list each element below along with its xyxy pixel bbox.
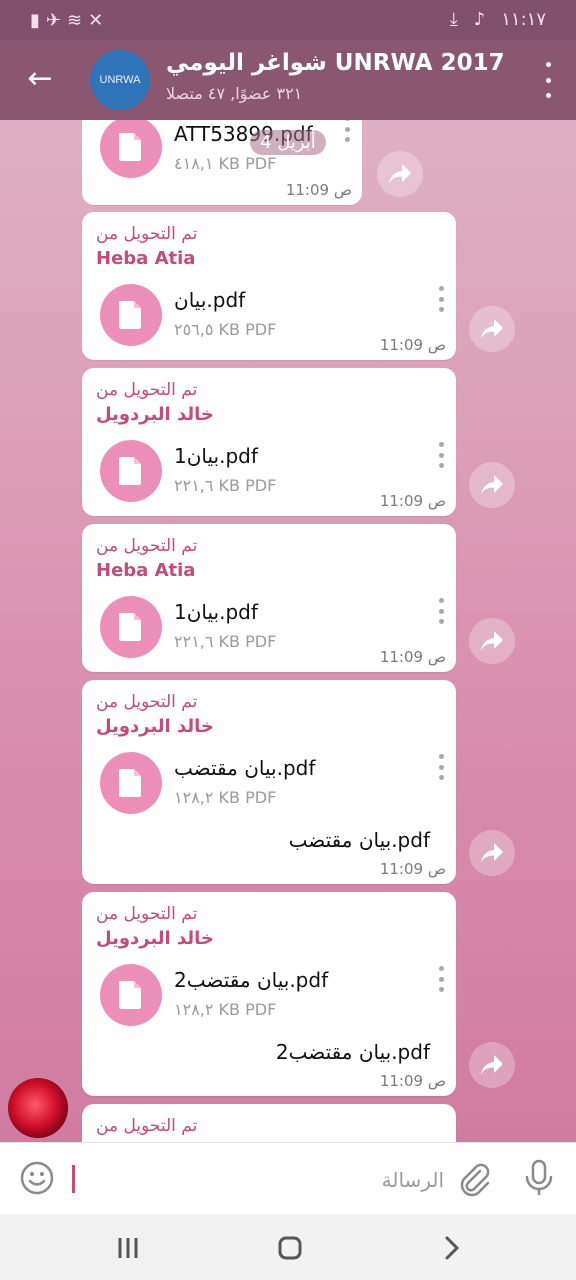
share-icon[interactable] [469, 462, 515, 508]
status-icons-right: ⤓ ♪ ١١:١٧ [450, 9, 546, 30]
file-size: ١٢٨,٢ KB PDF [174, 788, 277, 807]
message-time: 11:09 ص [379, 860, 446, 878]
file-size: ٤١٨,١ KB PDF [174, 154, 277, 173]
forwarded-label: تم التحويل من [96, 380, 198, 400]
status-bar: ▮✈≋✕ ⤓ ♪ ١١:١٧ [0, 0, 576, 40]
chat-subtitle: ٣٢١ عضوًا, ٤٧ متصلا [166, 84, 303, 103]
message-input[interactable] [72, 1161, 446, 1199]
date-separator: 4 أبريل [250, 130, 326, 155]
chat-header: ← UNRWA شواغر اليومي UNRWA 2017 ٣٢١ عضوً… [0, 40, 576, 120]
message-time: 11:09 ص [285, 181, 352, 199]
file-size: ٢٢١,٦ KB PDF [174, 632, 277, 651]
attachment-icon[interactable] [456, 1161, 492, 1197]
emoji-icon[interactable] [20, 1161, 54, 1195]
file-name[interactable]: بيان.pdf [174, 288, 245, 312]
forwarded-from[interactable]: خالد البردويل [96, 716, 214, 737]
message-bubble[interactable]: تم التحويل من Heba Atia بيان.pdf ٢٥٦,٥ K… [82, 212, 456, 360]
message-input-bar [0, 1142, 576, 1215]
file-size: ٢٢١,٦ KB PDF [174, 476, 277, 495]
file-icon[interactable] [100, 120, 162, 178]
text-cursor [72, 1165, 75, 1193]
file-name[interactable]: بيان1.pdf [174, 444, 258, 468]
file-icon[interactable] [100, 596, 162, 658]
message-options-icon[interactable] [343, 120, 351, 142]
more-options-icon[interactable] [540, 62, 556, 98]
share-icon[interactable] [469, 306, 515, 352]
forwarded-label: تم التحويل من [96, 536, 198, 556]
message-caption: بيان مقتضب.pdf [288, 828, 430, 852]
message-time: 11:09 ص [379, 492, 446, 510]
message-bubble[interactable]: تم التحويل من خالد البردويل بيان1.pdf ٢٢… [82, 368, 456, 516]
file-name[interactable]: بيان مقتضب2.pdf [174, 968, 328, 992]
file-icon[interactable] [100, 440, 162, 502]
forwarded-label: تم التحويل من [96, 692, 198, 712]
message-time: 11:09 ص [379, 648, 446, 666]
wifi-icon: ≋ [67, 10, 89, 31]
clock-time: ١١:١٧ [501, 9, 546, 30]
file-name[interactable]: بيان مقتضب.pdf [174, 756, 315, 780]
system-navigation-bar [0, 1214, 576, 1280]
share-icon[interactable] [469, 618, 515, 664]
back-nav-icon[interactable] [438, 1234, 466, 1262]
message-bubble[interactable]: تم التحويل من [82, 1104, 456, 1142]
forwarded-from[interactable]: Heba Atia [96, 248, 195, 269]
forwarded-label: تم التحويل من [96, 1116, 198, 1136]
chat-area[interactable]: ATT53899.pdf ٤١٨,١ KB PDF 11:09 ص 4 أبري… [0, 120, 576, 1142]
message-options-icon[interactable] [437, 598, 445, 624]
back-arrow-icon[interactable]: ← [22, 62, 58, 98]
sender-avatar[interactable] [8, 1078, 68, 1138]
battery-icon: ▮ [30, 10, 46, 31]
message-options-icon[interactable] [437, 754, 445, 780]
forwarded-from[interactable]: Heba Atia [96, 560, 195, 581]
message-time: 11:09 ص [379, 1072, 446, 1090]
share-icon[interactable] [377, 151, 423, 197]
home-icon[interactable] [276, 1234, 304, 1262]
file-name[interactable]: بيان1.pdf [174, 600, 258, 624]
forwarded-from[interactable]: خالد البردويل [96, 928, 214, 949]
message-options-icon[interactable] [437, 966, 445, 992]
message-time: 11:09 ص [379, 336, 446, 354]
message-bubble[interactable]: تم التحويل من خالد البردويل بيان مقتضب2.… [82, 892, 456, 1096]
message-bubble[interactable]: تم التحويل من Heba Atia بيان1.pdf ٢٢١,٦ … [82, 524, 456, 672]
file-size: ١٢٨,٢ KB PDF [174, 1000, 277, 1019]
message-bubble[interactable]: تم التحويل من خالد البردويل بيان مقتضب.p… [82, 680, 456, 884]
music-icon: ♪ [473, 9, 486, 30]
file-size: ٢٥٦,٥ KB PDF [174, 320, 277, 339]
avatar-text: UNRWA [99, 74, 141, 86]
forwarded-label: تم التحويل من [96, 224, 198, 244]
chat-title[interactable]: شواغر اليومي UNRWA 2017 [166, 50, 505, 76]
group-avatar[interactable]: UNRWA [90, 50, 150, 110]
download-icon: ⤓ [449, 9, 458, 30]
share-icon[interactable] [469, 830, 515, 876]
message-options-icon[interactable] [437, 442, 445, 468]
microphone-icon[interactable] [522, 1159, 556, 1197]
forwarded-label: تم التحويل من [96, 904, 198, 924]
forwarded-from[interactable]: خالد البردويل [96, 404, 214, 425]
file-icon[interactable] [100, 752, 162, 814]
message-options-icon[interactable] [437, 286, 445, 312]
airplane-icon: ✈ [45, 10, 67, 31]
status-icons-left: ▮✈≋✕ [30, 10, 109, 31]
message-caption: بيان مقتضب2.pdf [275, 1040, 430, 1064]
file-icon[interactable] [100, 964, 162, 1026]
file-icon[interactable] [100, 284, 162, 346]
recent-apps-icon[interactable] [114, 1234, 142, 1262]
mute-icon: ✕ [88, 10, 110, 31]
share-icon[interactable] [469, 1042, 515, 1088]
